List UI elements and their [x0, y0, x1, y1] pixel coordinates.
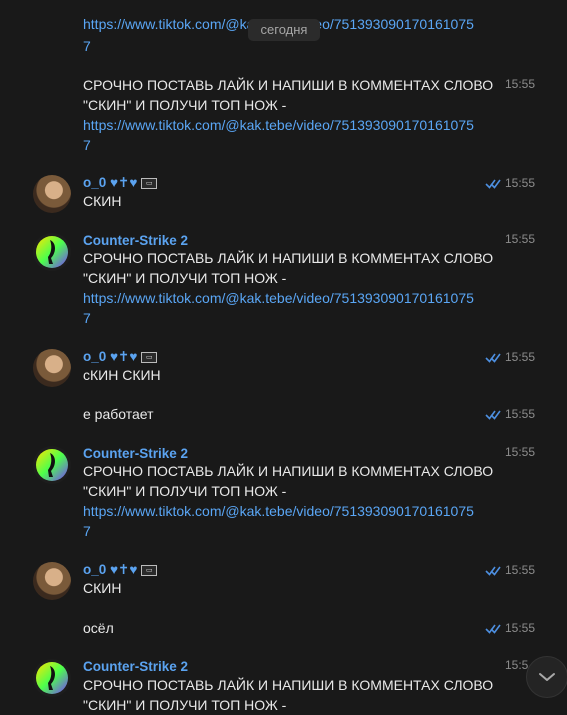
double-check-icon	[485, 624, 501, 634]
message-text: "СКИН" И ПОЛУЧИ ТОП НОЖ -	[83, 483, 287, 499]
cs2-logo-icon	[36, 236, 68, 268]
message-text: СКИН	[83, 193, 122, 209]
author-name[interactable]: o_0 ♥✝♥	[83, 349, 137, 364]
avatar[interactable]	[33, 446, 71, 484]
message-author[interactable]: o_0 ♥✝♥ ▭	[83, 172, 503, 193]
message-text: СРОЧНО ПОСТАВЬ ЛАЙК И НАПИШИ В КОММЕНТАХ…	[83, 463, 494, 479]
message-time: 15:55	[505, 621, 536, 635]
message-author[interactable]: o_0 ♥✝♥ ▭	[83, 559, 503, 580]
double-check-icon	[485, 566, 501, 576]
message-link-tail[interactable]: 7	[83, 135, 503, 155]
avatar[interactable]	[33, 562, 71, 600]
message-link[interactable]: https://www.tiktok.com/@kak.tebe/video/7…	[83, 288, 503, 308]
message-author[interactable]: o_0 ♥✝♥ ▭	[83, 346, 503, 367]
scroll-down-button[interactable]	[526, 656, 567, 698]
message-time: 15:55	[505, 445, 536, 459]
chevron-down-icon	[539, 673, 555, 681]
double-check-icon	[485, 179, 501, 189]
chat-history[interactable]: https://www.tiktok.com/@kak.tebe/video/7…	[0, 0, 567, 715]
message-link-tail[interactable]: 7	[83, 521, 503, 541]
message-text: СРОЧНО ПОСТАВЬ ЛАЙК И НАПИШИ В КОММЕНТАХ…	[83, 677, 494, 693]
message-time: 15:55	[505, 232, 536, 246]
badge-icon: ▭	[141, 351, 158, 363]
cs2-logo-icon	[36, 662, 68, 694]
message-time: 15:55	[505, 563, 536, 577]
message-link[interactable]: https://www.tiktok.com/@kak.tebe/video/7…	[83, 115, 503, 135]
avatar[interactable]	[33, 659, 71, 697]
message-time: 15:55	[505, 350, 536, 364]
badge-icon: ▭	[141, 177, 158, 189]
message-link-tail[interactable]: 7	[83, 308, 503, 328]
message-text: е работает	[83, 406, 154, 422]
message-text: СРОЧНО ПОСТАВЬ ЛАЙК И НАПИШИ В КОММЕНТАХ…	[83, 77, 494, 93]
badge-icon: ▭	[141, 564, 158, 576]
author-name[interactable]: Counter-Strike 2	[83, 659, 188, 674]
message-author[interactable]: Counter-Strike 2	[83, 656, 503, 677]
avatar[interactable]	[33, 233, 71, 271]
message-time: 15:55	[505, 77, 536, 91]
author-name[interactable]: Counter-Strike 2	[83, 446, 188, 461]
author-name[interactable]: o_0 ♥✝♥	[83, 562, 137, 577]
cs2-logo-icon	[36, 449, 68, 481]
avatar[interactable]	[33, 349, 71, 387]
message-text: сКИН СКИН	[83, 367, 161, 383]
message-text: "СКИН" И ПОЛУЧИ ТОП НОЖ -	[83, 97, 287, 113]
avatar[interactable]	[33, 175, 71, 213]
author-name[interactable]: Counter-Strike 2	[83, 233, 188, 248]
message-text: "СКИН" И ПОЛУЧИ ТОП НОЖ -	[83, 697, 287, 713]
message-text: осёл	[83, 620, 114, 636]
message-time: 15:55	[505, 407, 536, 421]
message-link[interactable]: https://www.tiktok.com/@kak.tebe/video/7…	[83, 501, 503, 521]
message-text: "СКИН" И ПОЛУЧИ ТОП НОЖ -	[83, 270, 287, 286]
message-text: СРОЧНО ПОСТАВЬ ЛАЙК И НАПИШИ В КОММЕНТАХ…	[83, 250, 494, 266]
message-text: СКИН	[83, 580, 122, 596]
double-check-icon	[485, 353, 501, 363]
author-name[interactable]: o_0 ♥✝♥	[83, 175, 137, 190]
date-separator: сегодня	[248, 19, 320, 41]
message-time: 15:55	[505, 176, 536, 190]
double-check-icon	[485, 410, 501, 420]
